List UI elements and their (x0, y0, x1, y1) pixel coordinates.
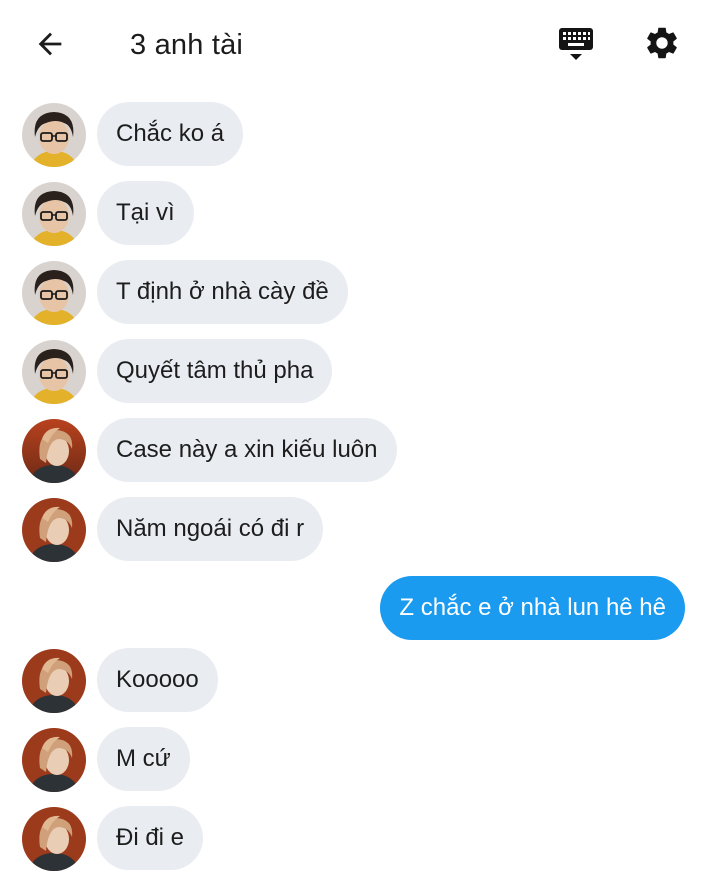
avatar-longhair[interactable] (22, 728, 86, 792)
avatar-longhair[interactable] (22, 807, 86, 871)
message-row: Chắc ko á (0, 102, 706, 168)
message-bubble[interactable]: Năm ngoái có đi r (97, 497, 324, 561)
keyboard-button[interactable] (552, 22, 600, 70)
message-list[interactable]: Chắc ko á Tại vì T định ở nhà cày đề Quy… (0, 92, 706, 889)
message-bubble[interactable]: Tại vì (97, 181, 194, 245)
message-row: Đi đi e (0, 806, 706, 872)
avatar-glasses[interactable] (22, 261, 86, 325)
message-bubble[interactable]: Chắc ko á (97, 102, 244, 166)
message-row: Case này a xin kiếu luôn (0, 418, 706, 484)
avatar-longhair[interactable] (22, 419, 86, 483)
back-button[interactable] (26, 22, 74, 70)
chat-header: 3 anh tài (0, 0, 706, 92)
settings-button[interactable] (638, 21, 686, 69)
message-row: Quyết tâm thủ pha (0, 339, 706, 405)
message-row: Năm ngoái có đi r (0, 497, 706, 563)
message-row: Kooooo (0, 648, 706, 714)
message-bubble[interactable]: Case này a xin kiếu luôn (97, 418, 397, 482)
message-row-outgoing: Z chắc e ở nhà lun hê hê (0, 576, 706, 642)
message-bubble[interactable]: T định ở nhà cày đề (97, 260, 348, 324)
avatar-glasses[interactable] (22, 103, 86, 167)
message-row: M cứ (0, 727, 706, 793)
message-bubble[interactable]: Kooooo (97, 648, 218, 712)
avatar-glasses[interactable] (22, 182, 86, 246)
message-bubble[interactable]: Đi đi e (97, 806, 204, 870)
arrow-left-icon (33, 27, 67, 66)
gear-icon (643, 24, 681, 67)
chat-screen: 3 anh tài Chắc ko á Tại vì T định ở nhà … (0, 0, 706, 889)
message-row: Tại vì (0, 181, 706, 247)
message-bubble-outgoing[interactable]: Z chắc e ở nhà lun hê hê (380, 576, 685, 640)
conversation-title: 3 anh tài (130, 29, 244, 61)
keyboard-icon (556, 24, 596, 69)
avatar-longhair[interactable] (22, 498, 86, 562)
message-bubble[interactable]: M cứ (97, 727, 190, 791)
message-bubble[interactable]: Quyết tâm thủ pha (97, 339, 333, 403)
avatar-longhair[interactable] (22, 649, 86, 713)
message-row: T định ở nhà cày đề (0, 260, 706, 326)
avatar-glasses[interactable] (22, 340, 86, 404)
